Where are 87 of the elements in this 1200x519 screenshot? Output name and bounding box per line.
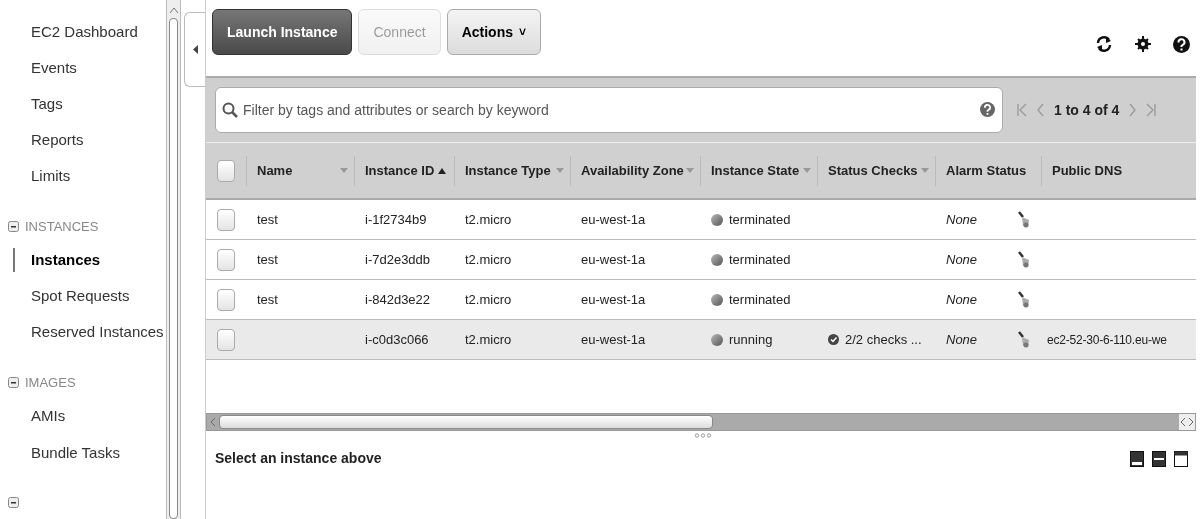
table-cell: eu-west-1a xyxy=(581,291,646,307)
dropdown-caret-icon[interactable] xyxy=(340,168,348,173)
nav-link[interactable]: Reserved Instances xyxy=(31,321,164,344)
dropdown-caret-icon[interactable] xyxy=(686,168,694,173)
scroll-left-icon[interactable] xyxy=(1179,417,1187,427)
dropdown-caret-icon[interactable] xyxy=(803,168,811,173)
select-all-checkbox[interactable] xyxy=(217,159,235,182)
actions-menu-button[interactable]: Actions ˅ xyxy=(446,9,541,55)
sidebar-scrollbar[interactable] xyxy=(166,0,181,519)
first-page-icon[interactable] xyxy=(1017,103,1027,117)
scroll-thumb[interactable] xyxy=(169,18,178,519)
collapse-left-icon[interactable] xyxy=(192,45,198,54)
table-cell: test xyxy=(257,291,278,307)
details-message: Select an instance above xyxy=(215,449,382,468)
table-cell: eu-west-1a xyxy=(581,251,646,267)
table-cell-text: None xyxy=(946,250,979,269)
table-cell: t2.micro xyxy=(465,251,512,267)
launch-button[interactable]: Launch Instance xyxy=(212,9,353,55)
dropdown-caret-icon[interactable] xyxy=(921,168,929,173)
table-cell: t2.micro xyxy=(465,211,512,227)
table-cell: eu-west-1a xyxy=(581,211,646,227)
search-field[interactable]: Filter by tags and attributes or search by keyword xyxy=(215,87,1003,133)
row-checkbox[interactable] xyxy=(217,208,235,231)
nav-link[interactable]: Tags xyxy=(31,92,63,116)
section-heading: INSTANCES xyxy=(25,217,99,236)
scroll-right-icon[interactable] xyxy=(1187,417,1195,427)
table-cell-text: terminated xyxy=(729,250,791,269)
column-header[interactable]: Availability Zone xyxy=(570,155,700,186)
nav-link[interactable]: AMIs xyxy=(31,405,66,428)
help-icon[interactable] xyxy=(1173,35,1190,53)
table-cell-text: terminated xyxy=(729,290,791,309)
layout-top-icon[interactable] xyxy=(1174,450,1188,467)
row-checkbox[interactable] xyxy=(217,248,235,271)
table-cell-text: running xyxy=(729,330,773,349)
nav-link[interactable]: Bundle Tasks xyxy=(31,441,120,464)
nav-link[interactable]: Reports xyxy=(31,128,84,152)
sort-ascending-icon[interactable] xyxy=(438,167,447,174)
check-icon xyxy=(828,334,839,345)
table-cell: t2.micro xyxy=(465,291,512,307)
nav-link[interactable]: Events xyxy=(31,56,77,80)
nav-link[interactable]: Limits xyxy=(31,164,71,188)
table-cell: i-1f2734b9 xyxy=(365,211,427,227)
collapse-icon[interactable] xyxy=(8,497,19,509)
layout-bottom-icon[interactable] xyxy=(1130,450,1144,467)
table-row[interactable]: i-c0d3c066 t2.micro eu-west-1a running 2/2 checks ... None ec2-52-30-6-110.eu-we xyxy=(206,320,1196,360)
table-cell: ec2-52-30-6-110.eu-we xyxy=(1047,332,1167,347)
dropdown-caret-icon[interactable] xyxy=(556,168,564,173)
search-icon xyxy=(222,102,238,118)
column-header[interactable]: Alarm Status xyxy=(935,155,1041,186)
previous-page-icon[interactable] xyxy=(1037,103,1044,117)
column-header[interactable]: Public DNS xyxy=(1041,155,1191,186)
table-cell-text: None xyxy=(946,210,979,229)
table-cell: test xyxy=(257,211,278,227)
table-cell-text: terminated xyxy=(729,210,791,229)
table-cell: t2.micro xyxy=(465,331,512,347)
column-header[interactable]: Status Checks xyxy=(817,155,935,186)
column-header[interactable]: Name xyxy=(246,155,354,186)
collapse-icon[interactable] xyxy=(8,377,19,389)
column-header[interactable]: Instance ID xyxy=(354,155,454,186)
table-cell-text: None xyxy=(946,330,979,349)
nav-link[interactable]: Instances xyxy=(31,249,101,272)
table-cell: i-c0d3c066 xyxy=(365,331,429,347)
layout-split-icon[interactable] xyxy=(1152,450,1166,467)
nav-link[interactable]: Spot Requests xyxy=(31,285,130,308)
section-heading: IMAGES xyxy=(25,373,76,392)
scroll-left-icon[interactable] xyxy=(209,417,217,427)
horizontal-scrollbar[interactable] xyxy=(206,413,1196,431)
collapse-icon[interactable] xyxy=(8,220,19,232)
settings-icon[interactable] xyxy=(1135,36,1151,52)
row-checkbox[interactable] xyxy=(217,328,235,351)
table-cell: i-842d3e22 xyxy=(365,291,431,307)
row-checkbox[interactable] xyxy=(217,288,235,311)
scroll-thumb[interactable] xyxy=(219,415,713,429)
refresh-icon[interactable] xyxy=(1095,35,1113,53)
nav-link[interactable]: EC2 Dashboard xyxy=(31,20,138,44)
table-cell: i-7d2e3ddb xyxy=(365,251,431,267)
page-range: 1 to 4 of 4 xyxy=(1054,100,1120,120)
column-header[interactable]: Instance State xyxy=(700,155,817,186)
last-page-icon[interactable] xyxy=(1146,103,1157,117)
scroll-up-icon[interactable] xyxy=(168,6,179,14)
table-cell-text: None xyxy=(946,290,979,309)
next-page-icon[interactable] xyxy=(1129,103,1137,117)
resize-handle-icon[interactable] xyxy=(694,433,712,438)
table-cell: test xyxy=(257,251,278,267)
column-header[interactable]: Instance Type xyxy=(454,155,570,186)
table-cell: eu-west-1a xyxy=(581,331,646,347)
table-cell-text: 2/2 checks ... xyxy=(845,330,922,349)
